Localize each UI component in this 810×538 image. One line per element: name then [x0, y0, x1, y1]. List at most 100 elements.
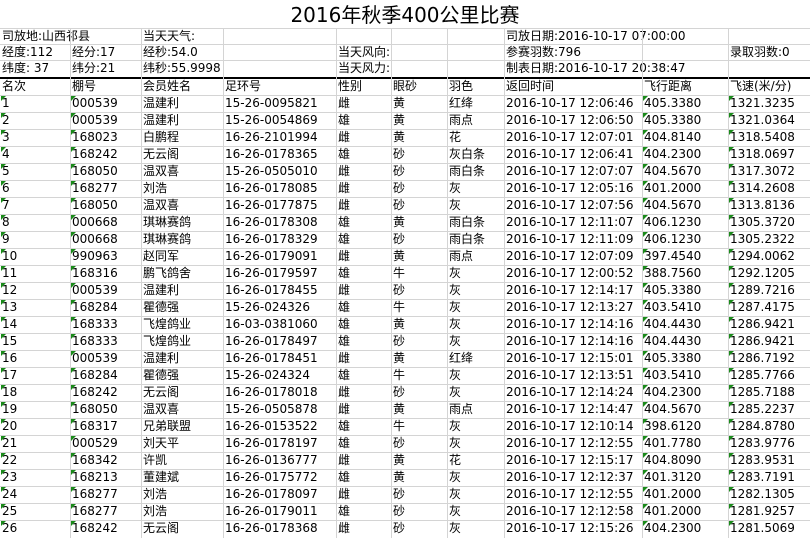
table-row: 23 168213 董建斌 16-26-0175772 雄黄灰 2016-10-17 12…: [0, 469, 810, 486]
cell-distance: 404.2300: [644, 147, 702, 161]
cell-distance: 401.2000: [644, 504, 702, 518]
cell-marker-icon: [729, 334, 734, 339]
cell-marker-icon: [1, 300, 6, 305]
cell-ring: 16-26-0178085: [225, 181, 318, 195]
cell-sex: 雌: [338, 402, 351, 416]
cell-loft: 168342: [72, 453, 118, 467]
cell-loft: 000539: [72, 96, 118, 110]
wind-direction-label: 当天风向:: [338, 45, 391, 59]
cell-return-time: 2016-10-17 12:13:51: [506, 368, 634, 382]
cell-eye: 黄: [393, 453, 406, 467]
cell-eye: 黄: [393, 113, 406, 127]
cell-marker-icon: [643, 266, 648, 271]
table-row: 3 168023 白鹏程 16-26-2101994 雌黄花 2016-10-17 12:…: [0, 129, 810, 146]
cell-speed: 1305.3720: [730, 215, 795, 229]
grid-line: [0, 44, 810, 45]
cell-sex: 雄: [338, 334, 351, 348]
cell-loft: 000539: [72, 113, 118, 127]
cell-marker-icon: [729, 368, 734, 373]
column-header-eye: 眼砂: [393, 79, 418, 93]
cell-marker-icon: [71, 283, 76, 288]
cell-color: 灰: [449, 436, 462, 450]
cell-color: 雨点: [449, 249, 474, 263]
cell-eye: 砂: [393, 283, 406, 297]
cell-speed: 1294.0062: [730, 249, 795, 263]
cell-distance: 405.3380: [644, 96, 702, 110]
column-header-return-time: 返回时间: [506, 79, 555, 93]
cell-eye: 砂: [393, 521, 406, 535]
cell-member: 飞煌鸽业: [143, 317, 192, 331]
cell-loft: 000668: [72, 232, 118, 246]
cell-member: 刘浩: [143, 504, 168, 518]
grid-line: [336, 28, 337, 538]
cell-color: 灰: [449, 283, 462, 297]
cell-ring: 16-26-0136777: [225, 453, 318, 467]
cell-loft: 000668: [72, 215, 118, 229]
cell-marker-icon: [729, 96, 734, 101]
longitude-degree: 经度:112: [2, 45, 53, 59]
cell-eye: 砂: [393, 232, 406, 246]
cell-color: 灰: [449, 504, 462, 518]
table-row: 24 168277 刘浩 16-26-0178097 雌砂灰 2016-10-17 12:…: [0, 486, 810, 503]
cell-marker-icon: [71, 470, 76, 475]
cell-ring: 16-26-0178329: [225, 232, 318, 246]
cell-return-time: 2016-10-17 12:14:24: [506, 385, 634, 399]
cell-loft: 990963: [72, 249, 118, 263]
cell-marker-icon: [643, 147, 648, 152]
cell-marker-icon: [643, 419, 648, 424]
cell-eye: 牛: [393, 300, 406, 314]
cell-ring: 16-26-0175772: [225, 470, 318, 484]
cell-marker-icon: [643, 317, 648, 322]
cell-color: 灰: [449, 300, 462, 314]
cell-marker-icon: [1, 385, 6, 390]
cell-marker-icon: [71, 368, 76, 373]
cell-eye: 砂: [393, 181, 406, 195]
cell-color: 灰: [449, 368, 462, 382]
weather-label: 当天天气:: [143, 29, 196, 43]
cell-color: 灰: [449, 385, 462, 399]
cell-marker-icon: [643, 130, 648, 135]
cell-speed: 1314.2608: [730, 181, 795, 195]
cell-marker-icon: [729, 300, 734, 305]
cell-ring: 16-26-0178097: [225, 487, 318, 501]
cell-distance: 397.4540: [644, 249, 702, 263]
cell-marker-icon: [71, 300, 76, 305]
cell-marker-icon: [729, 419, 734, 424]
cell-member: 许凯: [143, 453, 168, 467]
cell-marker-icon: [1, 215, 6, 220]
cell-marker-icon: [1, 283, 6, 288]
cell-marker-icon: [729, 130, 734, 135]
cell-distance: 404.8090: [644, 453, 702, 467]
cell-marker-icon: [1, 198, 6, 203]
cell-eye: 黄: [393, 96, 406, 110]
grid-line: [391, 28, 392, 538]
cell-color: 红绛: [449, 96, 474, 110]
cell-sex: 雄: [338, 113, 351, 127]
cell-loft: 168277: [72, 504, 118, 518]
table-row: 12 000539 温建利 16-26-0178455 雌砂灰 2016-10-17 12…: [0, 282, 810, 299]
cell-member: 温建利: [143, 283, 180, 297]
latitude-second: 纬秒:55.9998: [143, 61, 221, 75]
column-header-color: 羽色: [449, 79, 474, 93]
cell-color: 雨白条: [449, 215, 486, 229]
cell-return-time: 2016-10-17 12:15:01: [506, 351, 634, 365]
cell-return-time: 2016-10-17 12:00:52: [506, 266, 634, 280]
results-table-body: 1 000539 温建利 15-26-0095821 雌黄红绛 2016-10-17 12…: [0, 95, 810, 537]
cell-loft: 168333: [72, 334, 118, 348]
cell-speed: 1321.0364: [730, 113, 795, 127]
cell-ring: 16-26-0177875: [225, 198, 318, 212]
table-row: 18 168242 无云阁 16-26-0178018 雌砂灰 2016-10-17 12…: [0, 384, 810, 401]
cell-marker-icon: [1, 249, 6, 254]
cell-speed: 1289.7216: [730, 283, 795, 297]
cell-marker-icon: [729, 504, 734, 509]
cell-distance: 404.8140: [644, 130, 702, 144]
cell-loft: 168277: [72, 181, 118, 195]
cell-return-time: 2016-10-17 12:14:47: [506, 402, 634, 416]
cell-return-time: 2016-10-17 12:07:56: [506, 198, 634, 212]
cell-ring: 16-26-0179091: [225, 249, 318, 263]
cell-marker-icon: [1, 232, 6, 237]
cell-speed: 1318.5408: [730, 130, 795, 144]
cell-sex: 雄: [338, 215, 351, 229]
cell-speed: 1317.3072: [730, 164, 795, 178]
cell-marker-icon: [729, 164, 734, 169]
